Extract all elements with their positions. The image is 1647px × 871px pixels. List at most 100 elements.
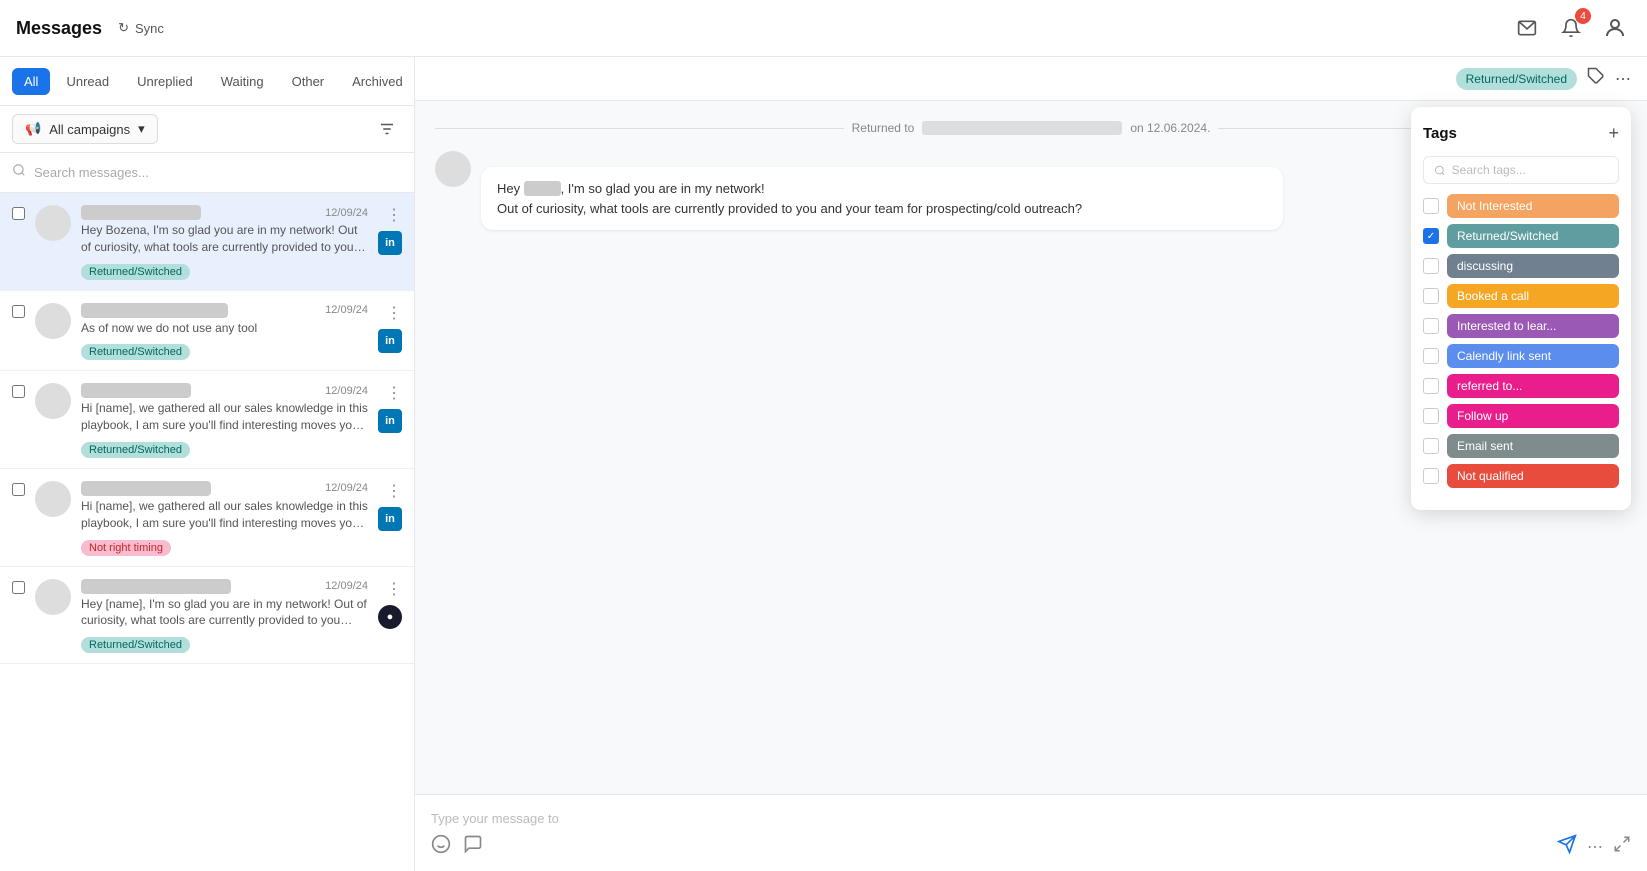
message-tag: Not right timing xyxy=(81,540,171,556)
tab-other[interactable]: Other xyxy=(280,68,337,95)
message-input[interactable] xyxy=(431,807,1631,834)
tag-checkbox-email-sent[interactable] xyxy=(1423,438,1439,454)
search-input[interactable] xyxy=(34,165,402,180)
tag-not-interested[interactable]: Not Interested xyxy=(1447,194,1619,218)
tab-unread[interactable]: Unread xyxy=(54,68,121,95)
returned-text: Returned to xyxy=(852,121,915,135)
message-list: ████████████ 12/09/24 Hey Bozena, I'm so… xyxy=(0,193,414,871)
message-date: 12/09/24 xyxy=(325,207,368,219)
header: Messages ↻ Sync 4 xyxy=(0,0,1647,57)
send-button[interactable] xyxy=(1557,834,1577,859)
input-area: ⋯ xyxy=(415,794,1647,871)
campaigns-icon: 📢 xyxy=(25,121,41,137)
platform-icon: in xyxy=(378,329,402,353)
input-toolbar: ⋯ xyxy=(431,834,1631,859)
right-panel: Returned/Switched ⋯ Returned to on 12.06… xyxy=(415,57,1647,871)
sender-name: ████████████ xyxy=(81,205,201,220)
tag-checkbox-calendly[interactable] xyxy=(1423,348,1439,364)
tags-add-button[interactable]: + xyxy=(1608,123,1619,144)
message-checkbox[interactable] xyxy=(12,207,25,220)
returned-date: on 12.06.2024. xyxy=(1130,121,1210,135)
tag-item: Not qualified xyxy=(1423,464,1619,488)
main-layout: All Unread Unreplied Waiting Other Archi… xyxy=(0,57,1647,871)
campaigns-button[interactable]: 📢 All campaigns ▾ xyxy=(12,114,158,144)
message-date: 12/09/24 xyxy=(325,580,368,592)
user-icon-button[interactable] xyxy=(1599,12,1631,44)
list-item[interactable]: █████████████ 12/09/24 Hi [name], we gat… xyxy=(0,469,414,567)
tag-item: referred to... xyxy=(1423,374,1619,398)
sync-button[interactable]: ↻ Sync xyxy=(118,20,164,36)
message-more-button[interactable]: ⋮ xyxy=(386,579,402,599)
message-checkbox[interactable] xyxy=(12,581,25,594)
more-input-options[interactable]: ⋯ xyxy=(1587,837,1603,857)
tag-not-qualified[interactable]: Not qualified xyxy=(1447,464,1619,488)
tag-booked-call[interactable]: Booked a call xyxy=(1447,284,1619,308)
attachment-button[interactable] xyxy=(463,834,483,859)
tags-search-input[interactable] xyxy=(1452,163,1608,177)
tabs-bar: All Unread Unreplied Waiting Other Archi… xyxy=(0,57,414,106)
message-preview: Hi [name], we gathered all our sales kno… xyxy=(81,498,368,532)
tag-returned-switched[interactable]: Returned/Switched xyxy=(1447,224,1619,248)
left-panel: All Unread Unreplied Waiting Other Archi… xyxy=(0,57,415,871)
message-preview: Hey Bozena, I'm so glad you are in my ne… xyxy=(81,222,368,256)
tag-checkbox-booked-call[interactable] xyxy=(1423,288,1439,304)
tag-icon[interactable] xyxy=(1587,67,1605,90)
platform-icon: in xyxy=(378,507,402,531)
more-options-button[interactable]: ⋯ xyxy=(1615,69,1631,89)
notification-icon-button[interactable]: 4 xyxy=(1555,12,1587,44)
sender-name: ███████████ xyxy=(81,383,191,398)
list-item[interactable]: ████████████████ 12/09/24 As of now we d… xyxy=(0,291,414,372)
tag-referred-to[interactable]: referred to... xyxy=(1447,374,1619,398)
tab-waiting[interactable]: Waiting xyxy=(209,68,276,95)
mail-icon-button[interactable] xyxy=(1511,12,1543,44)
message-checkbox[interactable] xyxy=(12,483,25,496)
message-tag: Returned/Switched xyxy=(81,637,190,653)
tag-follow-up[interactable]: Follow up xyxy=(1447,404,1619,428)
message-checkbox[interactable] xyxy=(12,385,25,398)
bubble-text-line1: Hey ████, I'm so glad you are in my netw… xyxy=(497,179,1267,199)
platform-icon: in xyxy=(378,409,402,433)
avatar xyxy=(35,205,71,241)
tag-calendly-link-sent[interactable]: Calendly link sent xyxy=(1447,344,1619,368)
tag-checkbox-discussing[interactable] xyxy=(1423,258,1439,274)
tag-discussing[interactable]: discussing xyxy=(1447,254,1619,278)
emoji-button[interactable] xyxy=(431,834,451,859)
page-title: Messages xyxy=(16,18,102,39)
list-item[interactable]: ███████████ 12/09/24 Hi [name], we gathe… xyxy=(0,371,414,469)
tag-interested-to-learn[interactable]: Interested to lear... xyxy=(1447,314,1619,338)
message-more-button[interactable]: ⋮ xyxy=(386,205,402,225)
chevron-down-icon: ▾ xyxy=(138,121,145,137)
tag-checkbox-follow-up[interactable] xyxy=(1423,408,1439,424)
right-topbar: Returned/Switched ⋯ xyxy=(415,57,1647,101)
tag-checkbox-returned-switched[interactable]: ✓ xyxy=(1423,228,1439,244)
tag-checkbox-not-interested[interactable] xyxy=(1423,198,1439,214)
status-tag: Returned/Switched xyxy=(1456,68,1577,90)
tab-all[interactable]: All xyxy=(12,68,50,95)
message-checkbox[interactable] xyxy=(12,305,25,318)
message-tag: Returned/Switched xyxy=(81,264,190,280)
bubble-text-line2: Out of curiosity, what tools are current… xyxy=(497,199,1267,219)
filter-button[interactable] xyxy=(372,114,402,144)
list-item[interactable]: ████████████ 12/09/24 Hey Bozena, I'm so… xyxy=(0,193,414,291)
tag-email-sent[interactable]: Email sent xyxy=(1447,434,1619,458)
tag-checkbox-not-qualified[interactable] xyxy=(1423,468,1439,484)
tab-archived[interactable]: Archived xyxy=(340,68,415,95)
tags-panel: Tags + Not Interested ✓ Returned/Switche… xyxy=(1411,107,1631,510)
platform-icon: in xyxy=(378,231,402,255)
message-more-button[interactable]: ⋮ xyxy=(386,481,402,501)
message-more-button[interactable]: ⋮ xyxy=(386,303,402,323)
tag-checkbox-interested[interactable] xyxy=(1423,318,1439,334)
list-item[interactable]: ███████████████ 12/09/24 Hey [name], I'm… xyxy=(0,567,414,665)
tag-item: Not Interested xyxy=(1423,194,1619,218)
tag-item: Calendly link sent xyxy=(1423,344,1619,368)
tag-checkbox-referred[interactable] xyxy=(1423,378,1439,394)
message-more-button[interactable]: ⋮ xyxy=(386,383,402,403)
tab-unreplied[interactable]: Unreplied xyxy=(125,68,205,95)
message-preview: Hey [name], I'm so glad you are in my ne… xyxy=(81,596,368,630)
tag-item: discussing xyxy=(1423,254,1619,278)
avatar xyxy=(35,481,71,517)
message-date: 12/09/24 xyxy=(325,482,368,494)
filter-row: 📢 All campaigns ▾ xyxy=(0,106,414,153)
expand-button[interactable] xyxy=(1613,835,1631,858)
message-date: 12/09/24 xyxy=(325,304,368,316)
